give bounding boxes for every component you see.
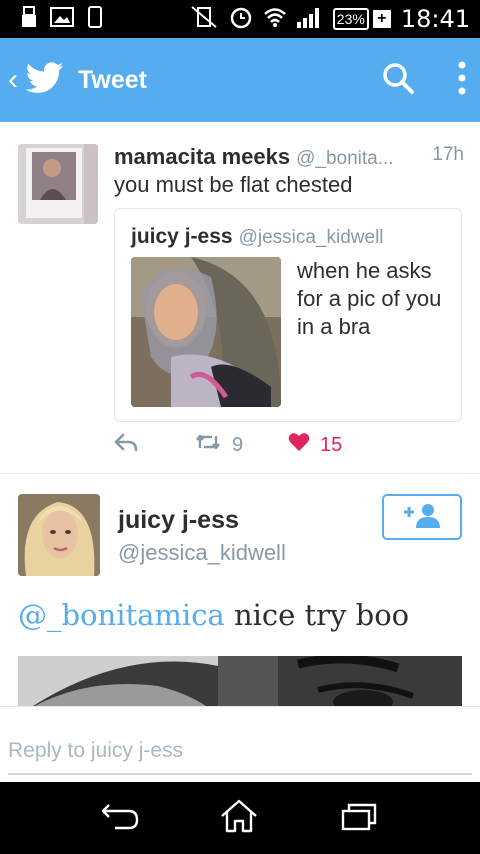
like-count: 15 [320,433,343,456]
retweet-count: 9 [232,433,244,456]
overflow-menu-icon[interactable] [458,61,466,100]
home-nav-button[interactable] [214,798,264,838]
back-arrow-icon [101,801,141,836]
tweet[interactable]: mamacita meeks @_bonita... 17h you must … [0,122,480,474]
usb-icon [22,5,36,33]
battery-indicator: 23% + [332,8,391,30]
add-user-icon [402,502,442,533]
author-name[interactable]: juicy j-ess [118,506,239,535]
author-name[interactable]: mamacita meeks [114,144,290,170]
phone-notification-icon [88,5,102,33]
recent-apps-nav-button[interactable] [334,798,384,838]
quoted-author-name: juicy j-ess [131,225,233,248]
quoted-tweet[interactable]: juicy j-ess @jessica_kidwell when he ask… [114,208,462,422]
tweet-text: @_bonitamica nice try boo [18,598,409,632]
tweet-actions: 9 15 [114,430,414,460]
quoted-tweet-header: juicy j-ess @jessica_kidwell [131,225,384,249]
author-handle[interactable]: @_bonita... [296,148,393,170]
twitter-bird-icon [25,61,78,99]
reply-tweet[interactable]: juicy j-ess @jessica_kidwell @_bonitamic… [0,474,480,706]
wifi-icon [263,6,287,33]
vibrate-off-icon [189,5,219,34]
image-notification-icon [50,6,74,32]
alarm-icon [229,5,253,34]
page-title: Tweet [78,65,147,94]
clock: 18:41 [400,5,470,33]
tweet-photo[interactable] [18,656,462,706]
tweet-time: 17h [432,144,464,165]
author-handle[interactable]: @jessica_kidwell [118,540,286,566]
retweet-action[interactable]: 9 [194,433,288,457]
conversation[interactable]: mamacita meeks @_bonita... 17h you must … [0,122,480,706]
back-nav-button[interactable] [96,798,146,838]
charging-icon: + [372,10,391,28]
home-icon [219,799,259,838]
like-action[interactable]: 15 [288,432,342,458]
mention-link[interactable]: @_bonitamica [18,598,225,632]
recent-apps-icon [339,801,379,836]
system-navigation-bar [0,782,480,854]
avatar[interactable] [18,144,98,224]
avatar[interactable] [18,494,100,576]
reply-composer [0,706,480,782]
signal-icon [296,6,323,33]
status-bar: 23% + 18:41 [0,0,480,38]
heart-icon [288,432,310,458]
follow-button[interactable] [382,494,462,540]
tweet-body: nice try boo [224,598,410,632]
app-bar: ‹ Tweet [0,38,480,122]
quoted-author-handle: @jessica_kidwell [238,227,384,248]
tweet-text: you must be flat chested [114,172,353,197]
tweet-header: mamacita meeks @_bonita... 17h [114,144,464,170]
battery-level: 23% [332,8,369,30]
reply-icon [114,433,138,457]
back-icon[interactable]: ‹ [8,63,18,97]
reply-action[interactable] [114,433,194,457]
search-icon[interactable] [382,62,414,99]
retweet-icon [194,433,222,457]
quoted-tweet-photo[interactable] [131,257,281,407]
quoted-tweet-text: when he asks for a pic of you in a bra [297,258,442,339]
reply-input[interactable] [8,729,472,775]
